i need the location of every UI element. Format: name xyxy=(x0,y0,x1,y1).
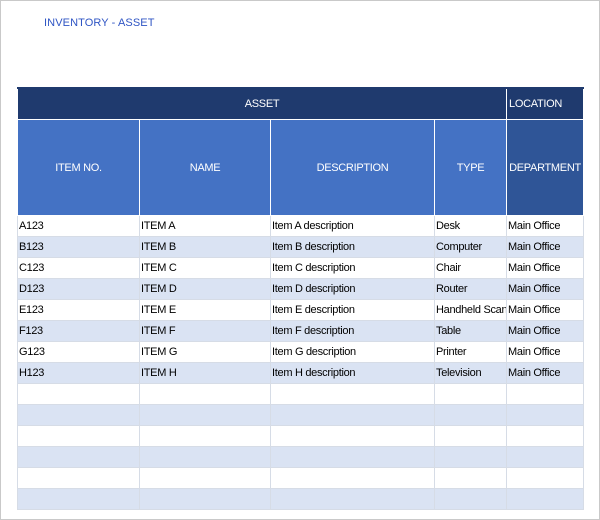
cell-type xyxy=(433,467,508,489)
cell-department: Main Office xyxy=(506,320,585,342)
table-body: A123 ITEM A Item A description Desk Main Off… xyxy=(17,215,585,510)
document-title: INVENTORY - ASSET xyxy=(44,17,155,29)
cell-item-no: G123 xyxy=(17,341,140,363)
cell-description: Item E description xyxy=(270,299,435,321)
table-row: B123 ITEM B Item B description Computer Main… xyxy=(17,236,585,258)
cell-description xyxy=(270,488,435,510)
cell-name xyxy=(139,404,271,426)
table-row: H123 ITEM H Item H description Television Ma… xyxy=(17,362,585,384)
cell-description: Item B description xyxy=(270,236,435,258)
cell-name: ITEM C xyxy=(139,257,271,279)
cell-department xyxy=(506,425,585,447)
table-row: C123 ITEM C Item C description Chair Main Of… xyxy=(17,257,585,279)
cell-name: ITEM F xyxy=(139,320,271,342)
cell-item-no: D123 xyxy=(17,278,140,300)
table-row xyxy=(17,404,585,426)
table-row xyxy=(17,446,585,468)
group-header-row: ASSET LOCATION xyxy=(16,87,585,120)
inventory-table: ASSET LOCATION ITEM NO. NAME DESCRIPTION… xyxy=(16,87,585,510)
cell-item-no xyxy=(17,488,140,510)
cell-name xyxy=(139,467,271,489)
cell-department xyxy=(506,404,585,426)
cell-description: Item C description xyxy=(270,257,435,279)
cell-description: Item H description xyxy=(270,362,435,384)
cell-department: Main Office xyxy=(506,257,585,279)
cell-item-no: C123 xyxy=(17,257,140,279)
cell-type: Computer xyxy=(433,236,508,258)
column-header-description: DESCRIPTION xyxy=(270,119,435,216)
cell-type: Handheld Scan xyxy=(433,299,508,321)
cell-name: ITEM H xyxy=(139,362,271,384)
cell-type: Television xyxy=(433,362,508,384)
cell-name xyxy=(139,383,271,405)
cell-department: Main Office xyxy=(506,299,585,321)
cell-name: ITEM A xyxy=(139,215,271,237)
cell-description: Item D description xyxy=(270,278,435,300)
cell-type: Desk xyxy=(433,215,508,237)
cell-department xyxy=(506,383,585,405)
cell-description: Item G description xyxy=(270,341,435,363)
column-header-name: NAME xyxy=(139,119,271,216)
cell-name: ITEM B xyxy=(139,236,271,258)
cell-type xyxy=(433,383,508,405)
cell-item-no: F123 xyxy=(17,320,140,342)
cell-description xyxy=(270,383,435,405)
cell-department xyxy=(506,446,585,468)
cell-item-no xyxy=(17,404,140,426)
table-row: A123 ITEM A Item A description Desk Main Off… xyxy=(17,215,585,237)
cell-item-no xyxy=(17,467,140,489)
cell-department: Main Office xyxy=(506,362,585,384)
table-row: E123 ITEM E Item E description Handheld Sca… xyxy=(17,299,585,321)
cell-item-no: A123 xyxy=(17,215,140,237)
cell-type: Printer xyxy=(433,341,508,363)
table-row xyxy=(17,467,585,489)
cell-type xyxy=(433,488,508,510)
cell-department: Main Office xyxy=(506,278,585,300)
cell-description xyxy=(270,425,435,447)
cell-department xyxy=(506,488,585,510)
table-row xyxy=(17,425,585,447)
cell-item-no xyxy=(17,425,140,447)
location-group-header: LOCATION xyxy=(506,87,585,120)
table-row: D123 ITEM D Item D description Router Main O… xyxy=(17,278,585,300)
table-row: G123 ITEM G Item G description Printer Main … xyxy=(17,341,585,363)
column-header-row: ITEM NO. NAME DESCRIPTION TYPE DEPARTMEN… xyxy=(17,119,585,216)
cell-type: Table xyxy=(433,320,508,342)
column-header-department: DEPARTMENT xyxy=(506,119,585,216)
document-page: INVENTORY - ASSET ASSET LOCATION ITEM NO… xyxy=(0,0,600,520)
column-header-type: TYPE xyxy=(433,119,508,216)
cell-type: Chair xyxy=(433,257,508,279)
cell-name: ITEM D xyxy=(139,278,271,300)
cell-type: Router xyxy=(433,278,508,300)
cell-item-no: E123 xyxy=(17,299,140,321)
cell-department xyxy=(506,467,585,489)
cell-item-no xyxy=(17,446,140,468)
cell-description xyxy=(270,446,435,468)
cell-name: ITEM E xyxy=(139,299,271,321)
cell-description xyxy=(270,467,435,489)
column-header-item-no: ITEM NO. xyxy=(17,119,140,216)
cell-type xyxy=(433,446,508,468)
cell-name xyxy=(139,425,271,447)
cell-name xyxy=(139,446,271,468)
table-row xyxy=(17,488,585,510)
table-row xyxy=(17,383,585,405)
cell-item-no: H123 xyxy=(17,362,140,384)
cell-name: ITEM G xyxy=(139,341,271,363)
cell-type xyxy=(433,425,508,447)
cell-description: Item A description xyxy=(270,215,435,237)
table-row: F123 ITEM F Item F description Table Main Of… xyxy=(17,320,585,342)
cell-type xyxy=(433,404,508,426)
cell-item-no: B123 xyxy=(17,236,140,258)
asset-group-header: ASSET xyxy=(16,87,508,120)
cell-description: Item F description xyxy=(270,320,435,342)
cell-name xyxy=(139,488,271,510)
cell-item-no xyxy=(17,383,140,405)
cell-department: Main Office xyxy=(506,215,585,237)
cell-description xyxy=(270,404,435,426)
cell-department: Main Office xyxy=(506,236,585,258)
cell-department: Main Office xyxy=(506,341,585,363)
